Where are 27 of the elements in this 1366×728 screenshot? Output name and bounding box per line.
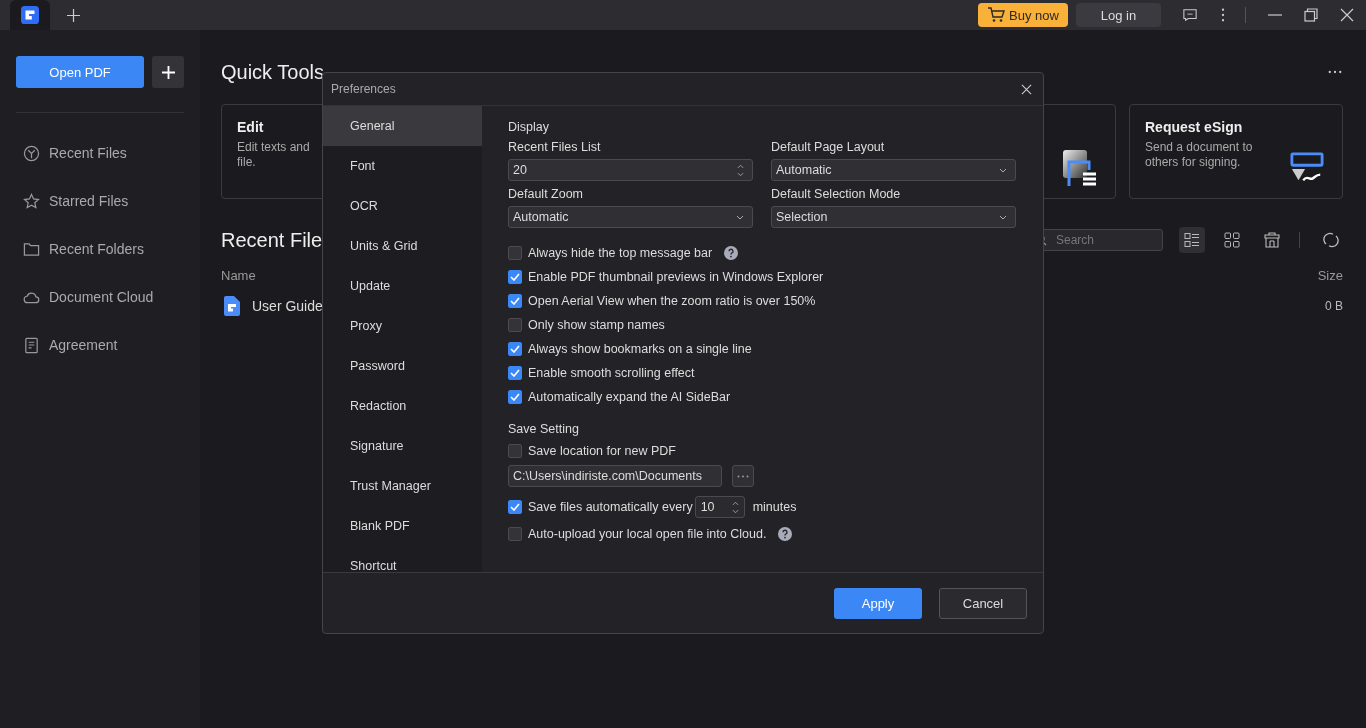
checkbox-label: Auto-upload your local open file into Cloud. <box>528 527 767 541</box>
checkbox-label: Enable PDF thumbnail previews in Windows Explorer <box>528 270 824 284</box>
column-header: Size <box>1317 267 1343 283</box>
dialog-title: Preferences <box>331 82 396 96</box>
section-title: Recent File <box>221 228 323 252</box>
checkbox-label: Always hide the top message bar <box>528 246 713 260</box>
checkbox-label: Save files automatically every <box>528 500 693 514</box>
checkbox-label: Only show stamp names <box>528 318 665 332</box>
card-title: Edit <box>237 119 264 135</box>
card-description: Edit texts and file. <box>237 140 310 170</box>
checkbox-label: Enable smooth scrolling effect <box>528 366 695 380</box>
unit-label: minutes <box>752 500 797 514</box>
checkbox-label: Save location for new PDF <box>528 444 676 458</box>
card-description: Send a document to others for signing. <box>1145 140 1253 170</box>
checkbox-label: Automatically expand the AI SideBar <box>528 390 731 404</box>
file-size: 0 B <box>1325 299 1343 313</box>
section-heading: Display <box>508 120 549 134</box>
section-title: Quick Tools <box>221 60 324 84</box>
field-label: Default Page Layout <box>771 140 885 154</box>
field-label: Default Selection Mode <box>771 187 901 201</box>
checkbox-label: Always show bookmarks on a single line <box>528 342 752 356</box>
checkbox-label: Open Aerial View when the zoom ratio is over 150% <box>528 294 816 308</box>
card-title: Request eSign <box>1145 119 1243 135</box>
column-header: Name <box>221 267 256 283</box>
field-label: Default Zoom <box>508 187 584 201</box>
field-label: Recent Files List <box>508 140 601 154</box>
section-heading: Save Setting <box>508 422 579 436</box>
